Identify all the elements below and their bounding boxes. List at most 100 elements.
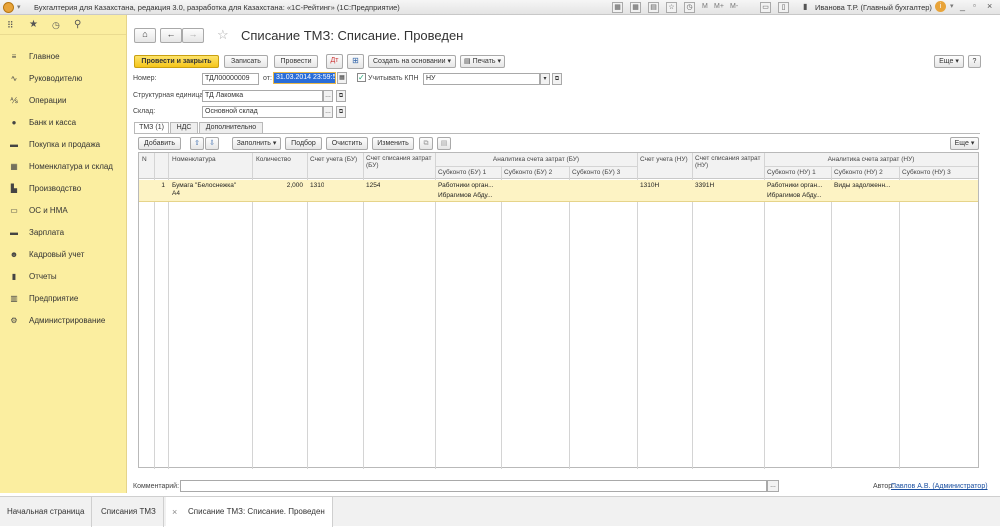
tab-tmz[interactable]: ТМЗ (1): [134, 122, 169, 133]
sidebar-item-admin[interactable]: ⚙ Администрирование: [0, 310, 127, 330]
kpn-select[interactable]: НУ: [423, 73, 540, 85]
header-acc-wo-nu[interactable]: Счет списания затрат (НУ): [695, 155, 763, 169]
number-field[interactable]: ТДЛ00000009: [202, 73, 259, 85]
maximize-icon[interactable]: ▫: [973, 1, 976, 10]
author-link[interactable]: Павлов А.В. (Администратор): [891, 483, 988, 490]
header-sub-bu1[interactable]: Субконто (БУ) 1: [438, 169, 486, 176]
tab-additional[interactable]: Дополнительно: [199, 122, 263, 133]
bell-icon[interactable]: ▯: [778, 2, 789, 13]
sidebar-item-assets[interactable]: ▭ ОС и НМА: [0, 200, 127, 220]
sidebar-item-label: Главное: [29, 51, 60, 61]
minimize-icon[interactable]: _: [960, 1, 965, 11]
select-ellipsis-icon[interactable]: …: [323, 106, 333, 118]
sidebar-item-operations[interactable]: ⅍ Операции: [0, 90, 127, 110]
info-menu-icon[interactable]: ▾: [950, 2, 954, 10]
search-icon[interactable]: ⚲: [74, 19, 81, 30]
star-icon[interactable]: ☆: [666, 2, 677, 13]
back-button[interactable]: ←: [160, 28, 182, 43]
sidebar-item-sales[interactable]: ▬ Покупка и продажа: [0, 134, 127, 154]
header-n[interactable]: N: [142, 156, 147, 163]
header-qty[interactable]: Количество: [256, 156, 291, 163]
table-more-button[interactable]: Еще ▾: [950, 137, 979, 150]
header-sub-nu3[interactable]: Субконто (НУ) 3: [902, 169, 951, 176]
info-icon[interactable]: i: [935, 1, 946, 12]
dt-kt-icon[interactable]: Дт: [326, 54, 343, 69]
header-sub-bu2[interactable]: Субконто (БУ) 2: [504, 169, 552, 176]
close-tab-icon[interactable]: ×: [172, 497, 177, 527]
apps-grid-icon[interactable]: ⠿: [7, 20, 14, 31]
tab-current-document[interactable]: × Списание ТМЗ: Списание. Проведен: [166, 497, 333, 527]
unit-field[interactable]: ТД Лакомка: [202, 90, 323, 102]
favorites-star-icon[interactable]: ★: [29, 19, 38, 30]
forward-button[interactable]: →: [182, 28, 204, 43]
header-analytics-bu[interactable]: Аналитика счета затрат (БУ): [435, 156, 637, 163]
warehouse-field[interactable]: Основной склад: [202, 106, 323, 118]
calc-icon[interactable]: ▦: [612, 2, 623, 13]
comment-ellipsis-icon[interactable]: …: [767, 480, 779, 492]
print-button[interactable]: ▤ Печать ▾: [460, 55, 505, 68]
sidebar-item-bank[interactable]: ● Банк и касса: [0, 112, 127, 132]
sidebar-item-hr[interactable]: ☻ Кадровый учет: [0, 244, 127, 264]
header-sub-nu1[interactable]: Субконто (НУ) 1: [767, 169, 816, 176]
header-acc-wo-bu[interactable]: Счет списания затрат (БУ): [366, 155, 434, 169]
kpn-checkbox[interactable]: ✓: [357, 73, 366, 82]
chevron-down-icon[interactable]: ▾: [540, 73, 550, 85]
clear-button[interactable]: Очистить: [326, 137, 368, 150]
calendar-icon[interactable]: ▦: [630, 2, 641, 13]
more-header-button[interactable]: Еще ▾: [934, 55, 964, 68]
sidebar-item-enterprise[interactable]: ▥ Предприятие: [0, 288, 127, 308]
title-menu-icon[interactable]: ▾: [17, 3, 21, 11]
post-and-close-button[interactable]: Провести и закрыть: [134, 55, 219, 68]
home-button[interactable]: ⌂: [134, 28, 156, 43]
operations-icon: ⅍: [10, 95, 18, 105]
clipboard-icon[interactable]: ▤: [648, 2, 659, 13]
sidebar-item-manager[interactable]: ∿ Руководителю: [0, 68, 127, 88]
select-button[interactable]: Подбор: [285, 137, 322, 150]
header-acc-nu[interactable]: Счет учета (НУ): [640, 156, 692, 163]
help-button[interactable]: ?: [968, 55, 981, 68]
open-link-icon[interactable]: ⧉: [336, 90, 346, 102]
header-analytics-nu[interactable]: Аналитика счета затрат (НУ): [764, 156, 978, 163]
memory-button[interactable]: M: [702, 3, 708, 10]
create-based-button[interactable]: Создать на основании ▾: [368, 55, 456, 68]
table-row[interactable]: 1 Бумага "Белоснежка" А4 2,000 1310 1254…: [139, 180, 978, 202]
open-link-icon[interactable]: ⧉: [552, 73, 562, 85]
sidebar-item-salary[interactable]: ▬ Зарплата: [0, 222, 127, 242]
tab-home-page[interactable]: Начальная страница: [0, 497, 93, 527]
favorite-star-icon[interactable]: ☆: [217, 27, 229, 43]
sidebar-item-warehouse[interactable]: ▦ Номенклатура и склад: [0, 156, 127, 176]
header-sub-nu2[interactable]: Субконто (НУ) 2: [834, 169, 883, 176]
zoom-icon[interactable]: ▭: [760, 2, 771, 13]
arrow-left-icon: ←: [166, 29, 176, 39]
change-button[interactable]: Изменить: [372, 137, 414, 150]
sidebar-item-reports[interactable]: ▮ Отчеты: [0, 266, 127, 286]
home-icon: ⌂: [142, 29, 148, 39]
close-window-icon[interactable]: ×: [987, 1, 992, 11]
open-link-icon[interactable]: ⧉: [336, 106, 346, 118]
paste-icon[interactable]: ▤: [437, 137, 451, 150]
move-down-icon[interactable]: ⇩: [205, 137, 219, 150]
tab-vat[interactable]: НДС: [170, 122, 198, 133]
select-ellipsis-icon[interactable]: …: [323, 90, 333, 102]
history-icon[interactable]: ◷: [684, 2, 695, 13]
memory-add-button[interactable]: M+: [714, 3, 724, 10]
header-acc-bu[interactable]: Счет учета (БУ): [310, 156, 362, 163]
header-item[interactable]: Номенклатура: [172, 156, 216, 163]
save-button[interactable]: Записать: [224, 55, 268, 68]
user-name[interactable]: Иванова Т.Р. (Главный бухгалтер): [815, 3, 932, 12]
comment-field[interactable]: [180, 480, 767, 492]
memory-sub-button[interactable]: M-: [730, 3, 738, 10]
calendar-picker-icon[interactable]: ▦: [337, 72, 347, 84]
history-clock-icon[interactable]: ◷: [52, 20, 60, 31]
structure-icon[interactable]: ⊞: [347, 54, 364, 69]
sidebar-item-main[interactable]: ≡ Главное: [0, 46, 127, 66]
copy-icon[interactable]: ⧉: [419, 137, 433, 150]
move-up-icon[interactable]: ⇧: [190, 137, 204, 150]
date-field[interactable]: 31.03.2014 23:59:59: [273, 72, 336, 84]
post-button[interactable]: Провести: [274, 55, 318, 68]
add-row-button[interactable]: Добавить: [138, 137, 181, 150]
header-sub-bu3[interactable]: Субконто (БУ) 3: [572, 169, 620, 176]
fill-button[interactable]: Заполнить ▾: [232, 137, 281, 150]
tab-tmz-list[interactable]: Списания ТМЗ: [94, 497, 164, 527]
sidebar-item-production[interactable]: ▙ Производство: [0, 178, 127, 198]
